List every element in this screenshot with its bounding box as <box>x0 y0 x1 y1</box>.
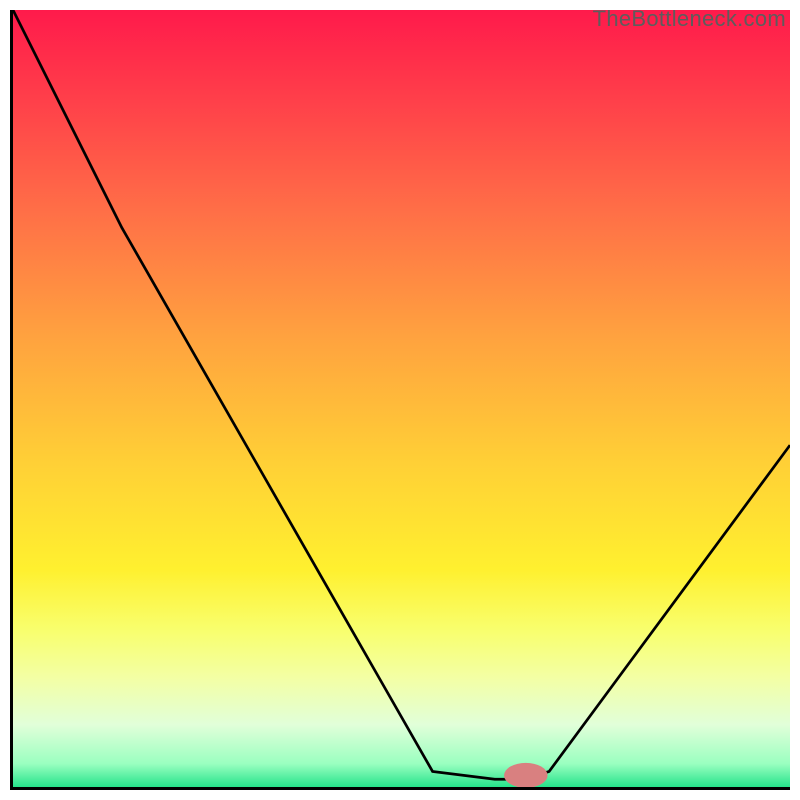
bottleneck-plot <box>10 10 790 790</box>
attribution-label: TheBottleneck.com <box>593 6 786 32</box>
gradient-background <box>13 10 790 787</box>
